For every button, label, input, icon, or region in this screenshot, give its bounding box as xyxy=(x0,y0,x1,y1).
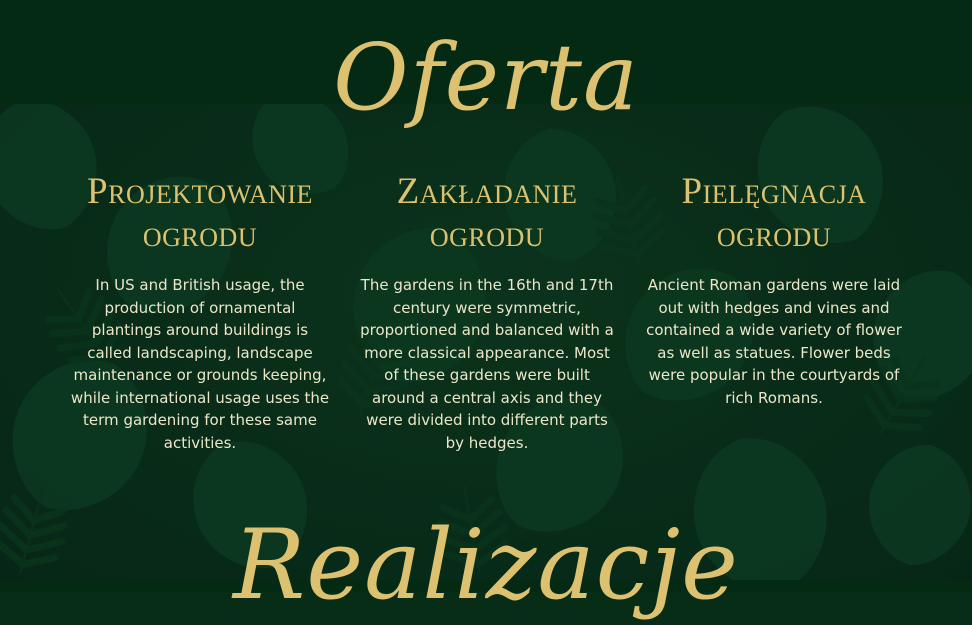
service-title-line1: Pielęgnacja xyxy=(681,171,867,212)
service-title-line1: Projektowanie xyxy=(87,171,313,212)
section-title-oferta: Oferta xyxy=(333,24,639,131)
service-description: Ancient Roman gardens were laid out with… xyxy=(646,276,902,407)
service-title-line2: ogrodu xyxy=(716,214,832,255)
service-title: Projektowanie ogrodu xyxy=(70,170,330,256)
services-list: Projektowanie ogrodu In US and British u… xyxy=(0,170,972,470)
section-title-realizacje: Realizacje xyxy=(233,509,739,621)
service-card-projektowanie: Projektowanie ogrodu In US and British u… xyxy=(70,170,330,454)
service-description: In US and British usage, the production … xyxy=(70,276,330,452)
service-title-line1: Zakładanie xyxy=(396,171,578,212)
service-title-line2: ogrodu xyxy=(142,214,258,255)
service-description: The gardens in the 16th and 17th century… xyxy=(360,276,614,452)
service-title: Pielęgnacja ogrodu xyxy=(644,170,904,256)
service-card-pielegnacja: Pielęgnacja ogrodu Ancient Roman gardens… xyxy=(644,170,904,409)
service-title-line2: ogrodu xyxy=(429,214,545,255)
service-title: Zakładanie ogrodu xyxy=(357,170,617,256)
service-card-zakladanie: Zakładanie ogrodu The gardens in the 16t… xyxy=(357,170,617,454)
